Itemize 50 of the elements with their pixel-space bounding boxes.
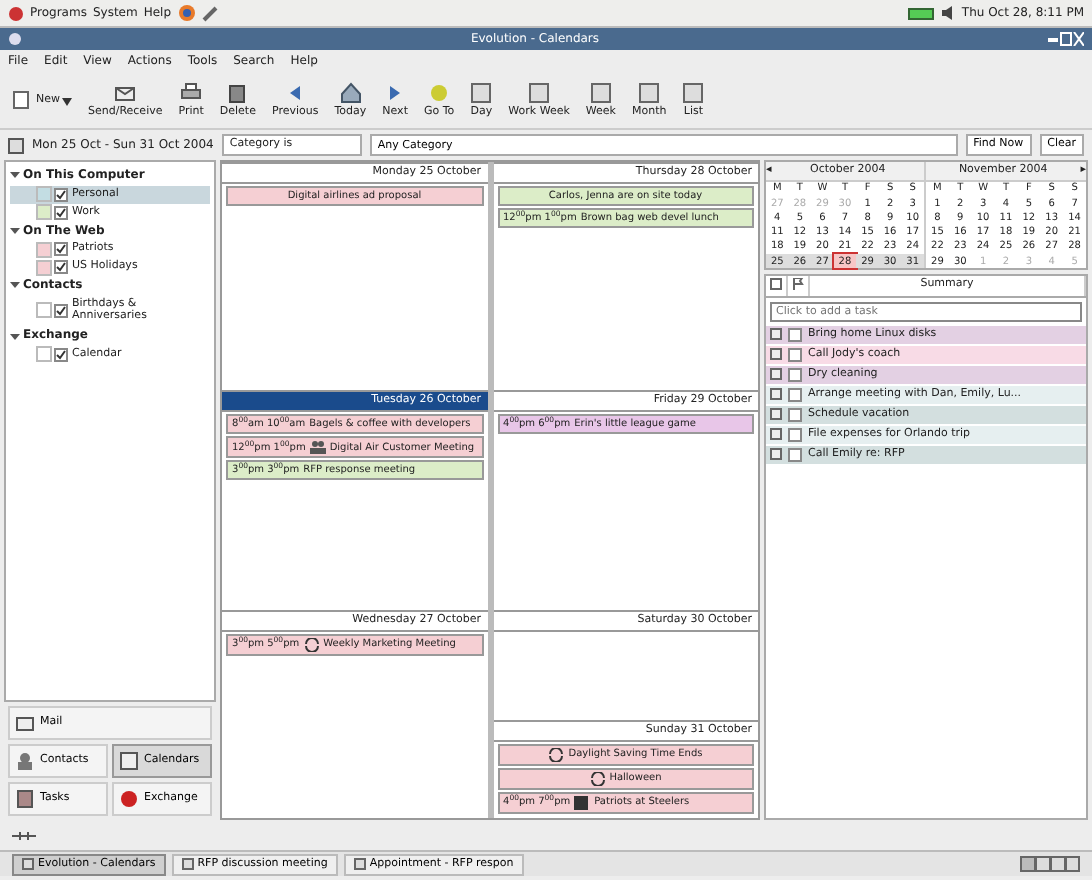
house-icon <box>339 82 362 105</box>
column-header[interactable] <box>766 276 788 296</box>
clipboard-icon <box>16 790 34 808</box>
checkbox[interactable] <box>788 367 802 382</box>
window-controls-icon <box>1048 32 1084 46</box>
caret-icon <box>62 97 72 105</box>
new-icon <box>12 90 34 112</box>
envelope-icon <box>114 82 137 105</box>
checkbox[interactable] <box>788 427 802 442</box>
battery-icon <box>907 7 936 19</box>
calendar-view-icon <box>528 82 551 105</box>
checkbox[interactable] <box>788 327 802 342</box>
recurring-icon <box>589 771 606 786</box>
checkbox[interactable] <box>788 387 802 402</box>
window-icon <box>353 858 366 870</box>
calendar-icon <box>120 752 138 770</box>
connection-icon <box>12 829 36 841</box>
calendar-view-icon <box>638 82 661 105</box>
flag-column-icon <box>792 278 804 291</box>
football-icon <box>574 795 591 810</box>
checkbox[interactable] <box>54 260 68 274</box>
printer-icon <box>180 82 203 105</box>
globe-icon <box>177 4 196 22</box>
calendar-view-icon <box>470 82 493 105</box>
speaker-icon <box>941 6 956 20</box>
calendar-view-icon <box>589 82 612 105</box>
column-header[interactable] <box>788 276 810 296</box>
trash-icon <box>226 82 249 105</box>
recurring-icon <box>548 747 565 762</box>
window-icon <box>22 858 34 870</box>
foot-icon <box>8 5 24 21</box>
people-icon <box>309 440 326 455</box>
checkbox[interactable] <box>788 407 802 422</box>
exchange-icon <box>120 790 138 808</box>
checkbox[interactable] <box>788 447 802 462</box>
window-icon <box>181 858 194 870</box>
checkbox[interactable] <box>54 187 68 201</box>
pen-icon <box>201 5 218 21</box>
checkbox[interactable] <box>788 347 802 362</box>
checkbox[interactable] <box>54 242 68 256</box>
calendar-view-icon <box>682 82 705 105</box>
go-icon <box>428 82 451 105</box>
checkbox[interactable] <box>54 205 68 219</box>
calendar-icon <box>8 137 24 153</box>
window-menu-icon <box>8 32 22 46</box>
checkbox[interactable] <box>54 347 68 362</box>
envelope-icon <box>16 714 34 732</box>
people-icon <box>16 752 34 770</box>
recurring-icon <box>303 637 320 652</box>
checkbox[interactable] <box>54 303 68 318</box>
